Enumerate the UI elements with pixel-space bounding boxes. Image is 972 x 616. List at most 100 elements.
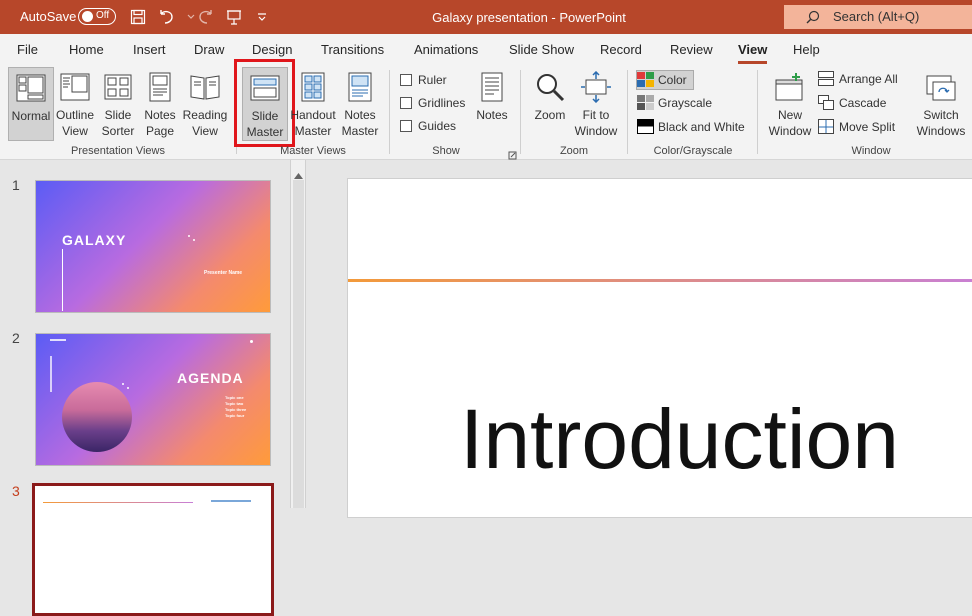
tab-animations[interactable]: Animations xyxy=(414,42,478,57)
thumb-3-text-decoration xyxy=(211,500,251,502)
notes-button[interactable]: Notes xyxy=(472,67,512,141)
group-separator xyxy=(389,70,390,154)
presentation-views-group-label: Presentation Views xyxy=(71,145,165,157)
ruler-checkbox[interactable]: Ruler xyxy=(400,72,470,90)
outline-label-1: Outline xyxy=(55,108,95,122)
notes-master-button[interactable]: Notes Master xyxy=(338,67,382,141)
normal-view-icon xyxy=(9,68,53,108)
scrollbar-thumb[interactable] xyxy=(293,180,304,508)
group-separator xyxy=(520,70,521,154)
search-box[interactable]: Search (Alt+Q) xyxy=(784,5,972,29)
reading-view-label-1: Reading xyxy=(182,108,228,122)
move-split-icon xyxy=(818,119,834,137)
current-slide[interactable]: Introduction xyxy=(347,178,972,518)
fit-label-2: Window xyxy=(574,124,618,138)
thumb-2-star xyxy=(122,383,124,385)
thumb-2-agenda-list: Topic one Topic two Topic three Topic fo… xyxy=(225,395,246,419)
tab-record[interactable]: Record xyxy=(600,42,642,57)
zoom-icon xyxy=(528,67,572,107)
guides-checkbox[interactable]: Guides xyxy=(400,118,470,136)
tab-insert[interactable]: Insert xyxy=(133,42,166,57)
thumb-1-star xyxy=(193,239,195,241)
group-separator xyxy=(757,70,758,154)
slide-sorter-label-2: Sorter xyxy=(101,124,135,138)
tab-slide-show[interactable]: Slide Show xyxy=(509,42,574,57)
arrange-all-button[interactable]: Arrange All xyxy=(818,70,902,90)
grayscale-option[interactable]: Grayscale xyxy=(637,94,717,114)
show-group-label: Show xyxy=(432,145,460,157)
tab-view[interactable]: View xyxy=(738,42,768,64)
zoom-label: Zoom xyxy=(534,108,566,122)
tab-review[interactable]: Review xyxy=(670,42,713,57)
ribbon: Normal Outline View Slide Sorter Notes P… xyxy=(0,59,972,160)
color-grayscale-group-label: Color/Grayscale xyxy=(653,145,733,157)
color-option[interactable]: Color xyxy=(636,70,694,90)
tab-draw[interactable]: Draw xyxy=(194,42,224,57)
slide-gradient-line xyxy=(348,279,972,282)
search-placeholder: Search (Alt+Q) xyxy=(833,9,920,24)
new-window-button[interactable]: New Window xyxy=(764,67,816,141)
slide-sorter-button[interactable]: Slide Sorter xyxy=(98,67,138,141)
thumb-1-line xyxy=(62,249,63,311)
switch-windows-button[interactable]: Switch Windows xyxy=(910,67,972,141)
grayscale-label: Grayscale xyxy=(658,96,713,110)
title-bar: AutoSave Off Galaxy presentation - Power… xyxy=(0,0,972,34)
fit-to-window-button[interactable]: Fit to Window xyxy=(572,67,620,141)
switch-windows-icon xyxy=(910,67,972,107)
normal-label: Normal xyxy=(11,109,51,123)
outline-view-button[interactable]: Outline View xyxy=(54,67,96,141)
tab-file[interactable]: File xyxy=(17,42,38,57)
black-and-white-option[interactable]: Black and White xyxy=(637,118,747,138)
outline-view-icon xyxy=(54,67,96,107)
zoom-button[interactable]: Zoom xyxy=(528,67,572,141)
gridlines-label: Gridlines xyxy=(418,96,466,110)
slide-thumbnail-2[interactable]: AGENDA Topic one Topic two Topic three T… xyxy=(35,333,271,466)
cascade-label: Cascade xyxy=(839,96,887,110)
new-window-label-2: Window xyxy=(768,124,812,138)
slide-editing-area: Introduction xyxy=(310,160,972,518)
color-label: Color xyxy=(658,73,687,87)
window-group-label: Window xyxy=(851,145,891,157)
zoom-group-label: Zoom xyxy=(559,145,589,157)
ribbon-tabs: File Home Insert Draw Design Transitions… xyxy=(0,34,972,64)
cascade-button[interactable]: Cascade xyxy=(818,94,902,114)
gridlines-checkbox[interactable]: Gridlines xyxy=(400,95,470,113)
guides-checkbox-box xyxy=(400,120,412,132)
slide-title-text[interactable]: Introduction xyxy=(460,391,899,488)
ruler-label: Ruler xyxy=(418,73,447,87)
black-white-swatch-icon xyxy=(637,119,654,137)
reading-view-icon xyxy=(182,67,228,107)
notes-label: Notes xyxy=(476,108,508,122)
notes-page-button[interactable]: Notes Page xyxy=(140,67,180,141)
thumb-2-star xyxy=(250,340,253,343)
notes-page-label-2: Page xyxy=(145,124,175,138)
handout-master-label-1: Handout xyxy=(290,108,336,122)
notes-icon xyxy=(472,67,512,107)
thumb-2-item: Topic four xyxy=(225,413,245,418)
tab-design[interactable]: Design xyxy=(252,42,292,57)
thumb-2-logo-decoration xyxy=(50,339,66,341)
cascade-icon xyxy=(818,95,834,113)
tab-transitions[interactable]: Transitions xyxy=(321,42,384,57)
thumb-1-subtitle: Presenter Name xyxy=(204,270,243,276)
normal-view-button[interactable]: Normal xyxy=(8,67,54,141)
new-window-icon xyxy=(764,67,816,107)
grayscale-swatch-icon xyxy=(637,95,654,113)
slide-thumbnail-1[interactable]: GALAXY Presenter Name xyxy=(35,180,271,313)
notes-master-label-1: Notes xyxy=(344,108,376,122)
move-split-button[interactable]: Move Split xyxy=(818,118,902,138)
handout-master-button[interactable]: Handout Master xyxy=(290,67,336,141)
notes-page-label-1: Notes xyxy=(144,108,176,122)
thumb-2-vertical-text-decoration xyxy=(50,356,52,392)
notes-master-label-2: Master xyxy=(341,124,379,138)
reading-view-button[interactable]: Reading View xyxy=(182,67,228,141)
slide-number-1: 1 xyxy=(12,177,20,193)
thumb-2-circle-image xyxy=(62,382,132,452)
fit-to-window-icon xyxy=(572,67,620,107)
tab-home[interactable]: Home xyxy=(69,42,104,57)
slide-number-3: 3 xyxy=(12,483,20,499)
tab-help[interactable]: Help xyxy=(793,42,820,57)
thumb-3-line xyxy=(43,502,193,503)
slide-thumbnail-3-selected[interactable] xyxy=(32,483,274,616)
thumbnails-scrollbar[interactable] xyxy=(290,160,306,508)
